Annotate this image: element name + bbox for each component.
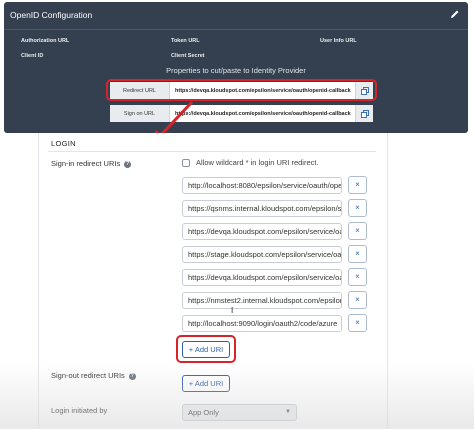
app-frame: OpenID Configuration Authorization URL T…: [0, 0, 474, 429]
wildcard-checkbox[interactable]: [182, 158, 190, 167]
signin-redirect-label-text: Sign-in redirect URIs: [51, 159, 121, 168]
chevron-down-icon: ▼: [285, 409, 291, 415]
login-initiated-value: App Only: [188, 408, 219, 417]
login-initiated-select[interactable]: App Only ▼: [182, 404, 297, 421]
info-icon[interactable]: ?: [124, 161, 132, 168]
remove-uri-button[interactable]: ×: [348, 176, 367, 194]
signin-uri-input[interactable]: http://localhost:9090/login/oauth2/code/…: [182, 315, 342, 332]
signin-uri-input[interactable]: https://devqa.kloudspot.com/epsilon/serv…: [182, 269, 342, 286]
signin-uri-input[interactable]: https://stage.kloudspot.com/epsilon/serv…: [182, 246, 342, 263]
login-section-title: LOGIN: [51, 139, 76, 148]
login-initiated-label: Login initiated by: [51, 406, 108, 415]
remove-uri-button[interactable]: ×: [348, 222, 367, 240]
signout-redirect-label: Sign-out redirect URIs?: [51, 371, 136, 380]
text-cursor-icon: I: [231, 306, 234, 315]
remove-uri-button[interactable]: ×: [348, 245, 367, 263]
wildcard-option[interactable]: Allow wildcard * in login URI redirect.: [182, 158, 319, 167]
signin-redirect-label: Sign-in redirect URIs?: [51, 159, 132, 168]
remove-uri-button[interactable]: ×: [348, 314, 367, 332]
add-uri-highlight: [176, 335, 236, 363]
divider: [48, 151, 376, 152]
signin-uri-input[interactable]: https://qsnms.internal.kloudspot.com/eps…: [182, 200, 342, 217]
remove-uri-button[interactable]: ×: [348, 291, 367, 309]
wildcard-label: Allow wildcard * in login URI redirect.: [196, 158, 319, 167]
info-icon[interactable]: ?: [128, 373, 136, 380]
remove-uri-button[interactable]: ×: [348, 199, 367, 217]
add-signout-uri-button[interactable]: + Add URI: [182, 375, 230, 392]
signin-uri-input[interactable]: http://localhost:8080/epsilon/service/oa…: [182, 177, 342, 194]
remove-uri-button[interactable]: ×: [348, 268, 367, 286]
signin-uri-input[interactable]: https://nmstest2.internal.kloudspot.com/…: [182, 292, 342, 309]
signout-redirect-label-text: Sign-out redirect URIs: [51, 371, 125, 380]
signin-uri-input[interactable]: https://devqa.kloudspot.com/epsilon/serv…: [182, 223, 342, 240]
